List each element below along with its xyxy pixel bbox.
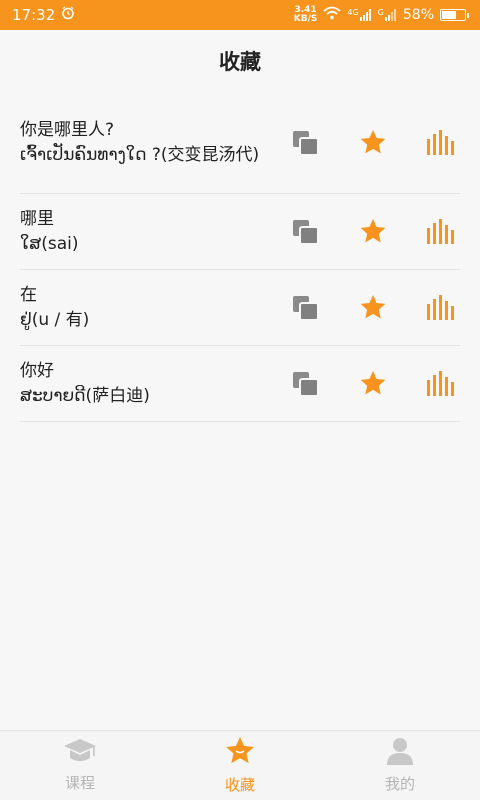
chinese-text: 哪里 — [20, 208, 54, 229]
tab-label: 我的 — [384, 775, 415, 793]
page-title: 收藏 — [219, 50, 261, 74]
list-item[interactable]: 在 ຢູ່(u / 有) — [20, 270, 460, 346]
chinese-text: 在 — [20, 284, 37, 305]
user-icon — [386, 737, 414, 769]
copy-icon[interactable] — [288, 366, 324, 402]
tab-courses[interactable]: 课程 — [0, 731, 160, 800]
tab-label: 课程 — [64, 774, 95, 792]
chinese-text: 你好 — [20, 360, 54, 381]
favorites-list: 你是哪里人? ເຈົ້າເປັນຄົນທາງໃດ ?(交变昆汤代) 哪里 ໃສ(… — [20, 92, 460, 422]
lao-text: ສະບາຍດີ(萨白迪) — [20, 385, 150, 406]
star-icon[interactable] — [355, 366, 391, 402]
copy-icon[interactable] — [288, 125, 324, 161]
battery-icon — [440, 9, 469, 21]
network-speed: 3.41 KB/S — [293, 5, 318, 24]
tab-favorites[interactable]: 收藏 — [160, 731, 320, 800]
status-bar: 17:32 3.41 KB/S 4G G 58% — [0, 0, 480, 30]
star-icon[interactable] — [355, 214, 391, 250]
lao-text: ເຈົ້າເປັນຄົນທາງໃດ ?(交变昆汤代) — [20, 144, 260, 165]
lao-text: ຢູ່(u / 有) — [20, 309, 90, 330]
audio-bars-icon[interactable] — [422, 290, 458, 326]
copy-icon[interactable] — [288, 290, 324, 326]
signal-icon-4g: 4G — [347, 9, 371, 21]
audio-bars-icon[interactable] — [422, 214, 458, 250]
header: 收藏 — [0, 30, 480, 92]
list-item[interactable]: 哪里 ໃສ(sai) — [20, 194, 460, 270]
star-badge-icon — [224, 736, 256, 770]
wifi-icon — [323, 6, 341, 24]
clock-time: 17:32 — [12, 6, 56, 24]
star-icon[interactable] — [355, 290, 391, 326]
graduation-cap-icon — [63, 738, 97, 768]
list-item[interactable]: 你是哪里人? ເຈົ້າເປັນຄົນທາງໃດ ?(交变昆汤代) — [20, 92, 460, 194]
copy-icon[interactable] — [288, 214, 324, 250]
chinese-text: 你是哪里人? — [20, 119, 115, 140]
signal-icon-g: G — [378, 9, 397, 21]
alarm-icon — [61, 6, 75, 24]
battery-percent: 58% — [402, 7, 434, 23]
star-icon[interactable] — [355, 125, 391, 161]
bottom-tab-bar: 课程 收藏 我的 — [0, 730, 480, 800]
tab-label: 收藏 — [224, 776, 255, 794]
audio-bars-icon[interactable] — [422, 366, 458, 402]
tab-mine[interactable]: 我的 — [320, 731, 480, 800]
list-item[interactable]: 你好 ສະບາຍດີ(萨白迪) — [20, 346, 460, 422]
lao-text: ໃສ(sai) — [20, 233, 79, 254]
audio-bars-icon[interactable] — [422, 125, 458, 161]
